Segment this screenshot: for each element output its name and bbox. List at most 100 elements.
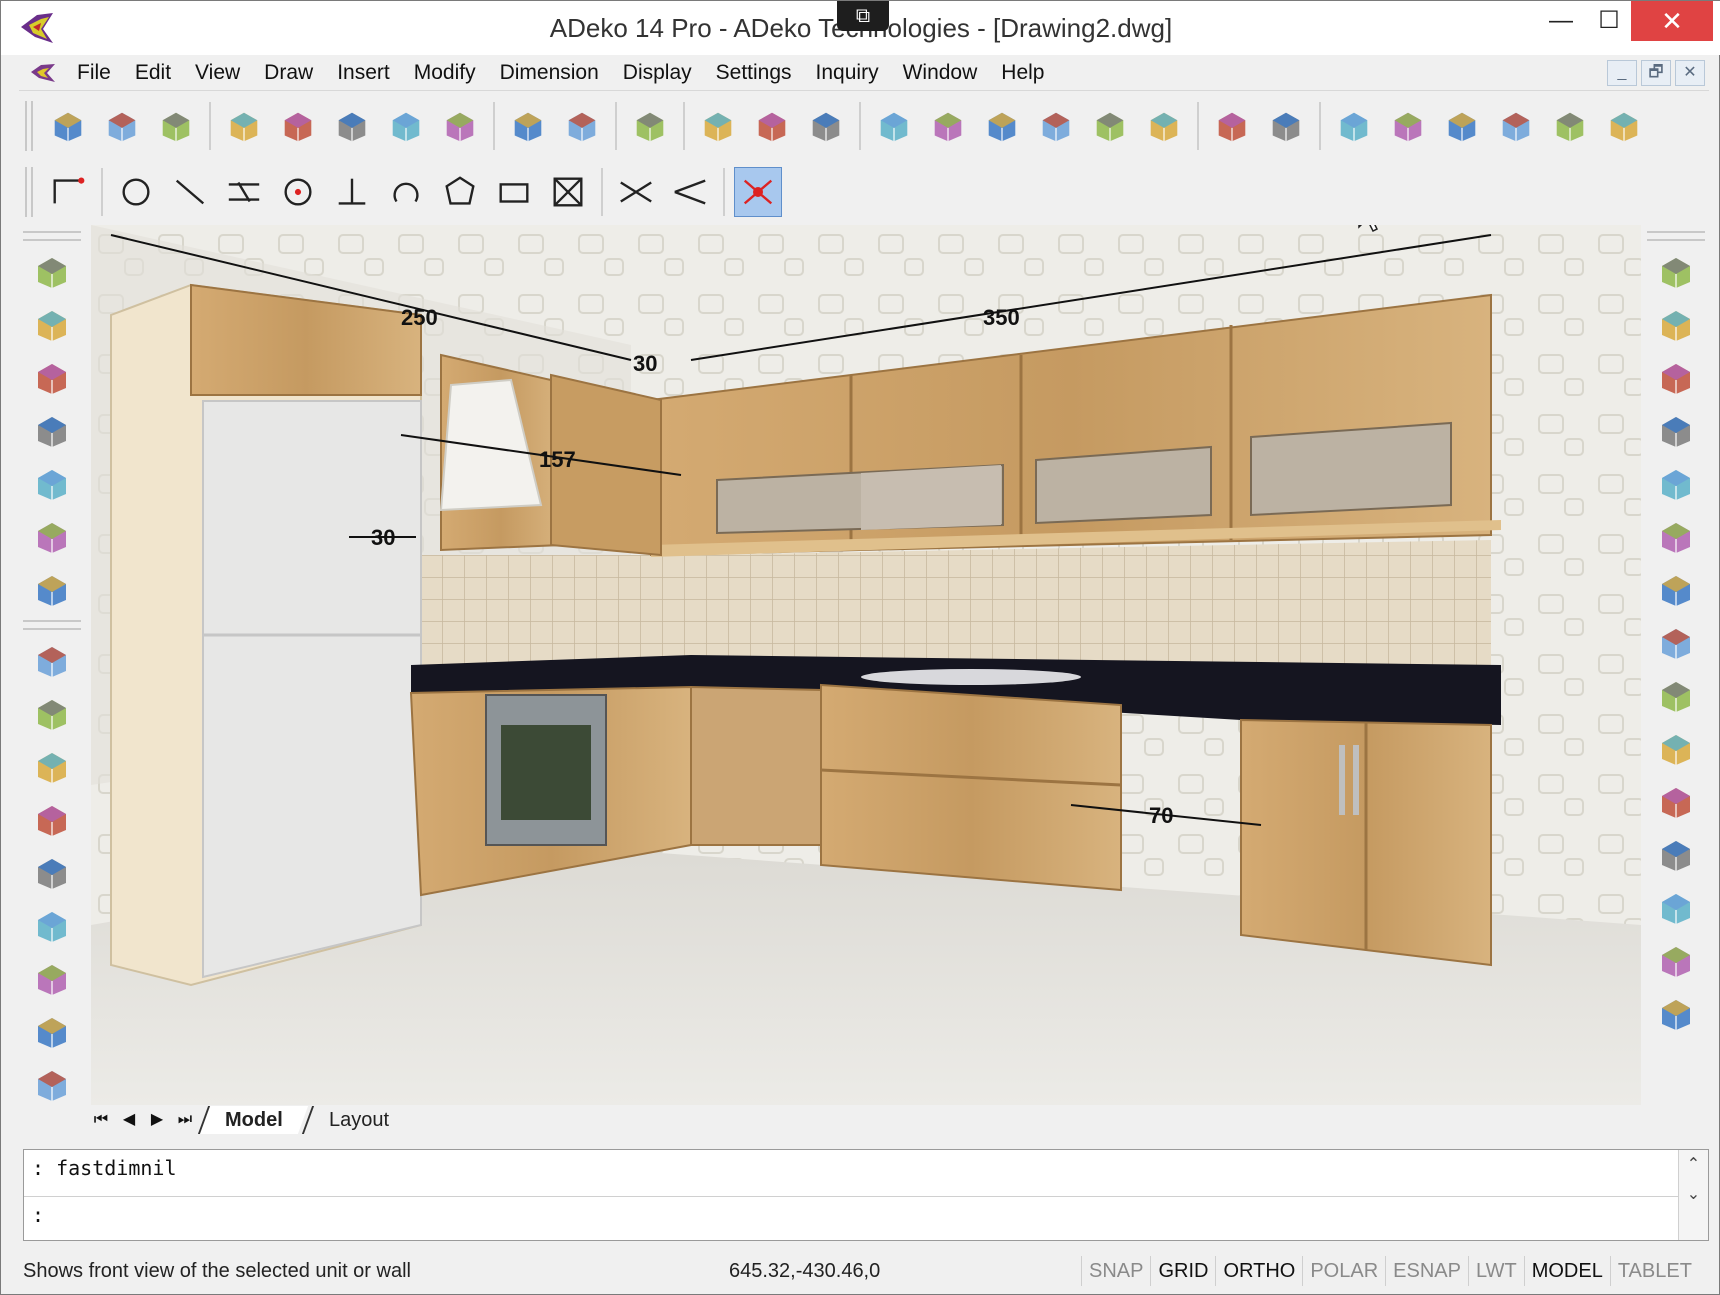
steps-button[interactable] <box>924 101 972 151</box>
side-panel-button[interactable] <box>1650 938 1702 984</box>
scanner-button[interactable] <box>436 101 484 151</box>
arc-button[interactable] <box>382 167 430 217</box>
status-toggle-lwt[interactable]: LWT <box>1467 1256 1524 1286</box>
shelf-button[interactable] <box>1650 620 1702 666</box>
parallel-line-button[interactable] <box>220 167 268 217</box>
cross-box-button[interactable] <box>544 167 592 217</box>
faucet-button[interactable] <box>1650 726 1702 772</box>
microwave-button[interactable] <box>1650 355 1702 401</box>
color-wheel-button[interactable] <box>1650 249 1702 295</box>
last-tab-button[interactable]: ⏭ <box>171 1107 199 1133</box>
texture-button[interactable] <box>1546 101 1594 151</box>
print-preview-button[interactable] <box>274 101 322 151</box>
wall-box-button[interactable] <box>1650 461 1702 507</box>
zoom-button[interactable] <box>870 101 918 151</box>
next-tab-button[interactable]: ▶ <box>143 1107 171 1133</box>
tab-layout[interactable]: Layout <box>301 1106 414 1134</box>
redo-button[interactable] <box>558 101 606 151</box>
oven-button[interactable] <box>1650 779 1702 825</box>
window-button[interactable] <box>26 514 78 560</box>
restore-window-icon[interactable]: ⧉ <box>837 1 889 31</box>
scroll-up-icon[interactable]: ⌃ <box>1679 1150 1708 1180</box>
sink-button[interactable] <box>1650 514 1702 560</box>
status-toggle-grid[interactable]: GRID <box>1150 1256 1215 1286</box>
worktop-button[interactable] <box>1650 567 1702 613</box>
status-toggle-model[interactable]: MODEL <box>1523 1256 1610 1286</box>
drawing-viewport[interactable]: 250 350 30 157 30 70 <box>91 225 1641 1105</box>
measure-tape-button[interactable] <box>694 101 742 151</box>
doc-minimize-button[interactable]: _ <box>1607 60 1637 86</box>
menu-window[interactable]: Window <box>891 56 990 90</box>
wall-cube-button[interactable] <box>26 249 78 295</box>
menu-inquiry[interactable]: Inquiry <box>804 56 891 90</box>
frame-button[interactable] <box>26 638 78 684</box>
toolbar-grip[interactable] <box>1647 231 1705 241</box>
fast-dimension-button[interactable] <box>734 167 782 217</box>
handle-button[interactable] <box>26 956 78 1002</box>
box-export-button[interactable] <box>382 101 430 151</box>
cabinet-door-button[interactable] <box>26 850 78 896</box>
layer-block-button[interactable] <box>328 101 376 151</box>
center-point-button[interactable] <box>274 167 322 217</box>
wireframe-cube-button[interactable] <box>1330 101 1378 151</box>
cut-tool-button[interactable] <box>26 1062 78 1108</box>
status-toggle-ortho[interactable]: ORTHO <box>1215 1256 1302 1286</box>
3d-view-button[interactable] <box>1650 832 1702 878</box>
light-bulb-button[interactable] <box>1650 673 1702 719</box>
prev-tab-button[interactable]: ◀ <box>115 1107 143 1133</box>
rotate-button[interactable] <box>1650 991 1702 1037</box>
toolbar-grip[interactable] <box>25 167 33 217</box>
door-panel-button[interactable] <box>26 461 78 507</box>
scroll-down-icon[interactable]: ⌄ <box>1679 1180 1708 1210</box>
menu-settings[interactable]: Settings <box>704 56 804 90</box>
menu-file[interactable]: File <box>65 56 123 90</box>
sphere-button[interactable] <box>1492 101 1540 151</box>
document-menu-icon[interactable] <box>29 62 57 84</box>
tab-model[interactable]: Model <box>197 1106 308 1134</box>
open-folder-button[interactable] <box>98 101 146 151</box>
base-unit-button[interactable] <box>26 355 78 401</box>
circle-button[interactable] <box>112 167 160 217</box>
toolbar-grip[interactable] <box>23 620 81 630</box>
appliance-button[interactable] <box>26 1009 78 1055</box>
status-toggle-tablet[interactable]: TABLET <box>1609 1256 1699 1286</box>
doc-restore-button[interactable]: 🗗 <box>1641 60 1671 86</box>
print-button[interactable] <box>220 101 268 151</box>
line-button[interactable] <box>166 167 214 217</box>
intersect-button[interactable] <box>612 167 660 217</box>
save-disk-button[interactable] <box>152 101 200 151</box>
new-document-button[interactable] <box>44 101 92 151</box>
tall-unit-button[interactable] <box>1650 302 1702 348</box>
menu-draw[interactable]: Draw <box>252 56 325 90</box>
side-view-button[interactable] <box>1032 101 1080 151</box>
undo-button[interactable] <box>504 101 552 151</box>
menu-view[interactable]: View <box>183 56 252 90</box>
close-button[interactable]: ✕ <box>1631 1 1713 41</box>
axis-button[interactable] <box>802 101 850 151</box>
menu-dimension[interactable]: Dimension <box>488 56 611 90</box>
title-bar[interactable]: ADeko 14 Pro - ADeko Technologies - [Dra… <box>1 1 1720 55</box>
command-input[interactable]: : <box>24 1196 1708 1242</box>
maximize-button[interactable]: ☐ <box>1579 1 1639 41</box>
menu-help[interactable]: Help <box>989 56 1056 90</box>
ruler-dimension-button[interactable] <box>748 101 796 151</box>
status-toggle-snap[interactable]: SNAP <box>1081 1256 1150 1286</box>
status-toggle-esnap[interactable]: ESNAP <box>1385 1256 1468 1286</box>
delete-unit-button[interactable] <box>26 567 78 613</box>
iso-view-button[interactable] <box>1086 101 1134 151</box>
first-tab-button[interactable]: ⏮ <box>87 1107 115 1133</box>
layers-button[interactable] <box>1208 101 1256 151</box>
menu-display[interactable]: Display <box>611 56 704 90</box>
material-button[interactable] <box>1600 101 1648 151</box>
polygon-button[interactable] <box>436 167 484 217</box>
corner-unit-button[interactable] <box>26 408 78 454</box>
perpendicular-button[interactable] <box>328 167 376 217</box>
menu-insert[interactable]: Insert <box>325 56 402 90</box>
panel-row-button[interactable] <box>26 744 78 790</box>
rectangle-button[interactable] <box>490 167 538 217</box>
toolbar-grip[interactable] <box>25 101 33 151</box>
eraser-button[interactable] <box>626 101 674 151</box>
command-window[interactable]: : fastdimnil : ⌃ ⌄ <box>23 1149 1709 1241</box>
hanger-button[interactable] <box>26 903 78 949</box>
toolbar-grip[interactable] <box>23 231 81 241</box>
